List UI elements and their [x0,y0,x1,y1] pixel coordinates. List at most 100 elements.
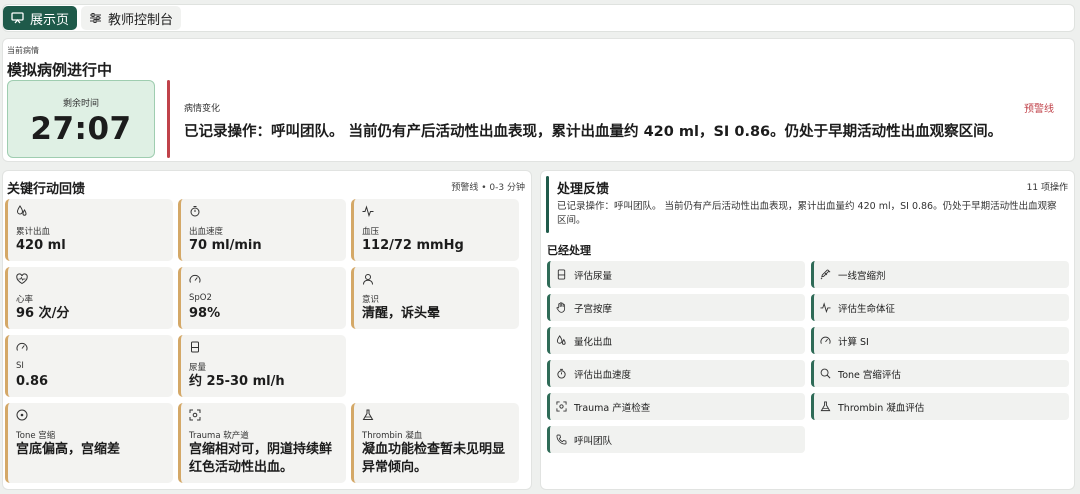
action-label: 评估生命体征 [838,303,896,315]
vital-card-bleed-rate: 出血速度 70 ml/min [178,199,346,261]
tab-label: 教师控制台 [108,12,174,28]
vital-card-consciousness: 意识 清醒，诉头晕 [351,267,519,329]
card-value: 98% [189,306,221,321]
vital-card-heart-rate: 心率 96 次/分 [5,267,173,329]
card-label: 累计出血 [16,227,51,237]
condition-change-label: 病情变化 [184,104,221,114]
pulse-icon [820,302,831,313]
phone-icon [556,434,567,445]
action-item-tone-eval[interactable]: Tone 宫缩评估 [811,360,1069,387]
drops-icon [556,335,566,345]
key-actions-panel: 关键行动回馈 预警线 • 0-3 分钟 累计出血 420 ml 出血速度 70 … [2,170,532,490]
card-label: Tone 宫缩 [16,431,56,441]
tab-bar: 展示页 教师控制台 [2,4,1075,32]
target-icon [16,409,28,421]
case-status-panel: 当前病情 模拟病例进行中 剩余时间 27:07 病情变化 已记录操作：呼叫团队。… [2,38,1075,162]
urine-bag-icon [557,269,566,280]
completed-section-title: 已经处理 [547,244,591,257]
card-value: 420 ml [16,238,66,253]
action-label: Thrombin 凝血评估 [838,402,925,414]
syringe-icon [820,269,831,280]
card-value: 70 ml/min [189,238,262,253]
action-label: 评估出血速度 [574,369,632,381]
scan-icon [189,409,201,421]
card-value: 宫缩相对可，阴道持续鲜红色活动性出血。 [189,442,333,475]
card-label: 血压 [362,227,380,237]
presentation-icon [11,12,24,24]
action-item-quantify-blood[interactable]: 量化出血 [547,327,805,354]
card-label: 出血速度 [189,227,224,237]
action-label: 评估尿量 [574,270,613,282]
timer-box: 剩余时间 27:07 [7,80,155,158]
action-item-urine[interactable]: 评估尿量 [547,261,805,288]
vital-card-thrombin: Thrombin 凝血 凝血功能检查暂未见明显异常倾向。 [351,403,519,483]
card-value: 宫底偏高，宫缩差 [16,442,121,457]
action-item-uterotonic[interactable]: 一线宫缩剂 [811,261,1069,288]
action-item-vitals[interactable]: 评估生命体征 [811,294,1069,321]
card-label: SI [16,361,24,371]
vital-card-blood-loss: 累计出血 420 ml [5,199,173,261]
status-subtitle: 当前病情 [7,46,39,55]
action-item-trauma-exam[interactable]: Trauma 产道检查 [547,393,805,420]
stopwatch-icon [557,368,566,379]
condition-change-text: 已记录操作：呼叫团队。 当前仍有产后活动性出血表现，累计出血量约 420 ml，… [184,124,1003,140]
panel-title: 处理反馈 [557,182,610,197]
action-label: 子宫按摩 [574,303,613,315]
feedback-panel: 处理反馈 11 项操作 已记录操作：呼叫团队。 当前仍有产后活动性出血表现，累计… [540,170,1075,490]
vital-card-trauma: Trauma 软产道 宫缩相对可，阴道持续鲜红色活动性出血。 [178,403,346,483]
card-value: 96 次/分 [16,306,70,321]
vital-card-tone: Tone 宫缩 宫底偏高，宫缩差 [5,403,173,483]
action-item-thrombin-eval[interactable]: Thrombin 凝血评估 [811,393,1069,420]
sliders-icon [90,13,102,23]
card-label: 意识 [362,295,380,305]
alert-accent-bar [167,80,170,158]
card-label: 尿量 [189,363,207,373]
card-label: Trauma 软产道 [189,431,249,441]
drops-icon [16,205,27,216]
card-value: 凝血功能检查暂未见明显异常倾向。 [362,442,506,475]
feedback-text: 已记录操作：呼叫团队。 当前仍有产后活动性出血表现，累计出血量约 420 ml，… [557,201,1057,226]
urine-bag-icon [191,341,199,353]
alert-badge: 预警线 [1024,104,1054,115]
card-label: 心率 [16,295,34,305]
card-label: Thrombin 凝血 [362,431,423,441]
stopwatch-icon [190,206,200,217]
card-value: 0.86 [16,374,49,389]
action-label: 量化出血 [574,336,613,348]
action-count-badge: 11 项操作 [1026,183,1068,193]
action-label: 一线宫缩剂 [838,270,886,282]
flask-icon [362,409,374,420]
action-item-call-team[interactable]: 呼叫团队 [547,426,805,453]
panel-meta: 预警线 • 0-3 分钟 [451,183,525,193]
action-item-uterine-massage[interactable]: 子宫按摩 [547,294,805,321]
action-label: Trauma 产道检查 [574,402,651,414]
heart-pulse-icon [16,273,28,285]
vital-card-spo2: SpO2 98% [178,267,346,329]
panel-title: 关键行动回馈 [7,182,86,197]
action-label: Tone 宫缩评估 [838,369,901,381]
tab-presentation[interactable]: 展示页 [3,6,78,30]
card-label: SpO2 [189,293,212,303]
card-value: 清醒，诉头晕 [362,306,441,321]
action-item-bleed-rate[interactable]: 评估出血速度 [547,360,805,387]
action-label: 计算 SI [838,336,869,348]
tab-teacher-console[interactable]: 教师控制台 [81,6,182,30]
vital-card-shock-index: SI 0.86 [5,335,173,397]
feedback-accent-bar [546,176,549,233]
timer-value: 27:07 [30,111,132,147]
hand-icon [556,302,566,313]
action-label: 呼叫团队 [574,435,613,447]
flask-icon [820,401,831,412]
action-item-calc-si[interactable]: 计算 SI [811,327,1069,354]
card-value: 112/72 mmHg [362,238,464,253]
pulse-icon [362,205,374,217]
gauge-icon [16,342,28,351]
timer-label: 剩余时间 [62,99,99,109]
vital-card-blood-pressure: 血压 112/72 mmHg [351,199,519,261]
page-title: 模拟病例进行中 [7,61,113,79]
gauge-icon [820,336,831,344]
gauge-icon [189,274,201,283]
vital-card-urine-output: 尿量 约 25-30 ml/h [178,335,346,397]
user-icon [363,274,373,285]
tab-label: 展示页 [30,12,70,28]
